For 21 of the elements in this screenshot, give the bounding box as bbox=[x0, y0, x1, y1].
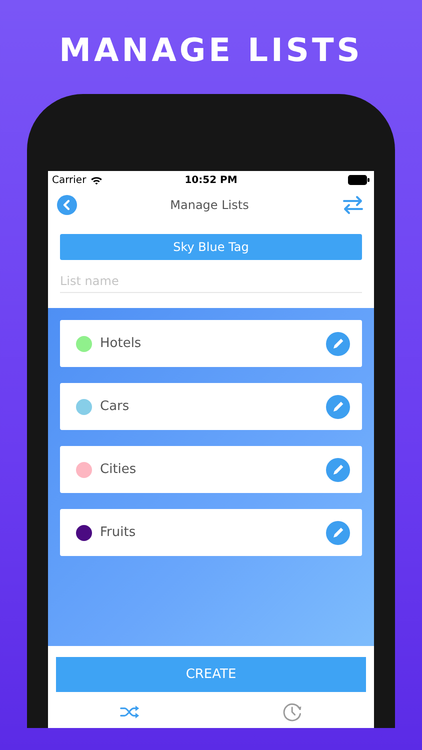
wifi-icon bbox=[90, 176, 104, 184]
list-card[interactable]: Cars bbox=[60, 383, 362, 430]
edit-button[interactable] bbox=[326, 332, 350, 356]
back-button[interactable] bbox=[57, 195, 77, 215]
list-card[interactable]: Fruits bbox=[60, 509, 362, 556]
carrier-label: Carrier bbox=[52, 174, 86, 186]
edit-button[interactable] bbox=[326, 394, 350, 418]
list-card[interactable]: Hotels bbox=[60, 320, 362, 367]
list-name: Cars bbox=[100, 399, 130, 414]
edit-button[interactable] bbox=[326, 458, 350, 482]
swap-arrows-icon[interactable] bbox=[342, 194, 364, 216]
edit-button[interactable] bbox=[326, 520, 350, 544]
clock-time: 10:52 PM bbox=[184, 174, 238, 186]
headline: MANAGE LISTS bbox=[58, 30, 364, 71]
list-name: Fruits bbox=[100, 525, 137, 540]
screen-title: Manage Lists bbox=[170, 198, 249, 212]
list-name: Hotels bbox=[100, 336, 142, 351]
battery-icon bbox=[348, 175, 370, 185]
clock-arrow-icon bbox=[282, 702, 304, 722]
list-name: Cities bbox=[100, 462, 138, 477]
list-card[interactable]: Cities bbox=[60, 446, 362, 493]
